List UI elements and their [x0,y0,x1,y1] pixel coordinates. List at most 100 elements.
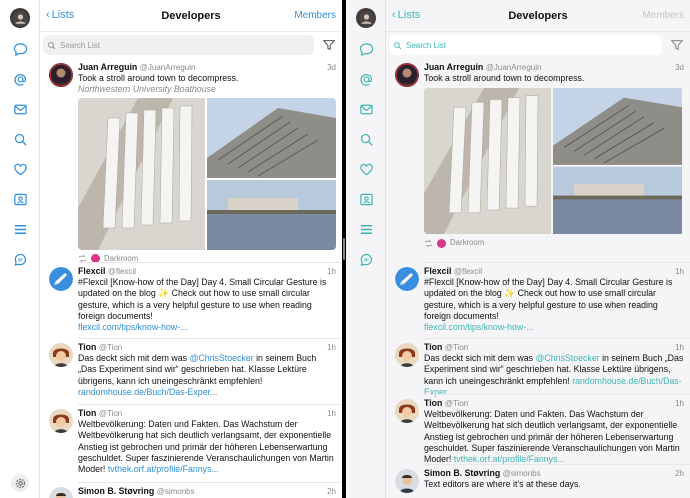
author-name: Tion [424,342,443,352]
filter-icon[interactable] [322,38,336,52]
search-row: Search List [40,32,342,58]
timestamp: 3d [675,63,684,72]
darkroom-app-icon [437,238,446,248]
timestamp: 2h [675,469,684,478]
tweet-item[interactable]: Flexcil @flexcil 1h #Flexcil [Know-how of… [386,262,690,338]
gear-icon[interactable] [11,474,29,492]
tweet-text: Das deckt sich mit dem was @ChrisStoecke… [424,353,684,397]
avatar[interactable] [49,63,73,87]
author-handle: @Tion [98,409,123,418]
chat-bubble-icon[interactable] [11,250,29,268]
avatar[interactable] [395,63,419,87]
at-icon[interactable] [11,70,29,88]
timeline-column: ‹ Lists Developers Members Search List Ju… [40,0,342,498]
location[interactable]: Northwestern University Boathouse [78,84,336,95]
author-handle: @JuanArreguin [485,63,542,72]
photo-building[interactable] [424,88,682,235]
tweet-text: #Flexcil [Know-how of the Day] Day 4. Sm… [78,277,327,321]
search-row: Search List [386,32,690,58]
search-icon [48,41,56,49]
retweet-icon[interactable] [424,239,433,248]
search-icon[interactable] [357,130,375,148]
author-name: Juan Arreguin [424,62,484,72]
tweet-text: Weltbevölkerung: Daten und Fakten. Das W… [424,409,680,465]
left-pane: ‹ Lists Developers Members Search List Ju… [0,0,342,498]
search-input[interactable]: Search List [389,35,662,55]
author-name: Tion [78,342,97,352]
timestamp: 1h [327,267,336,276]
tweet-link[interactable]: tvthek.orf.at/profile/Fannys... [454,454,565,464]
author-handle: @flexcil [107,267,136,276]
mail-icon[interactable] [11,100,29,118]
right-pane: ‹ Lists Developers Members Search List Ju… [346,0,690,498]
photo-grid[interactable] [424,88,684,235]
speech-bubble-icon[interactable] [357,40,375,58]
list-icon[interactable] [357,220,375,238]
timestamp: 3d [327,63,336,72]
search-icon [394,41,402,49]
author-name: Tion [78,408,97,418]
timestamp: 1h [675,343,684,352]
mention-link[interactable]: @ChrisStoecker [189,353,253,363]
avatar[interactable] [395,343,419,367]
members-button[interactable]: Members [294,10,336,21]
tweet-item[interactable]: Juan Arreguin @JuanArreguin 3d Took a str… [386,58,690,262]
photo-building[interactable] [78,97,336,250]
avatar[interactable] [395,399,419,423]
author-handle: @flexcil [453,267,482,276]
author-name: Flexcil [424,266,452,276]
avatar[interactable] [49,487,73,498]
tweet-link[interactable]: flexcil.com/tips/know-how-... [424,322,684,333]
contact-card-icon[interactable] [11,190,29,208]
tweet-link[interactable]: randomhouse.de/Buch/Das-Exper... [78,387,217,397]
tweet-link[interactable]: flexcil.com/tips/know-how-... [78,322,336,333]
author-handle: @Tion [444,343,469,352]
heart-icon[interactable] [357,160,375,178]
split-handle[interactable] [343,238,345,260]
avatar[interactable] [395,469,419,493]
split-view: ‹ Lists Developers Members Search List Ju… [0,0,690,498]
search-input[interactable]: Search List [43,35,314,55]
source-app: Darkroom [450,238,485,248]
avatar[interactable] [49,343,73,367]
members-button[interactable]: Members [642,10,684,21]
nav-header: ‹ Lists Developers Members [386,0,690,32]
account-avatar[interactable] [10,8,30,28]
tweet-item[interactable]: Flexcil @flexcil 1h #Flexcil [Know-how of… [40,262,342,338]
author-name: Simon B. Støvring [78,486,155,496]
filter-icon[interactable] [670,38,684,52]
nav-header: ‹ Lists Developers Members [40,0,342,32]
tweet-item[interactable]: Simon B. Støvring @simonbs 2h [40,482,342,498]
tweet-item[interactable]: Tion @Tion 1h Das deckt sich mit dem was … [40,338,342,404]
heart-icon[interactable] [11,160,29,178]
tweet-link[interactable]: tvthek.orf.at/profile/Fannys... [108,464,219,474]
author-handle: @JuanArreguin [139,63,196,72]
tweet-text: Text editors are where it’s at these day… [424,479,581,490]
avatar[interactable] [49,409,73,433]
timestamp: 1h [327,409,336,418]
tweet-item[interactable]: Simon B. Støvring @simonbs 2h Text editor… [386,464,690,498]
tweet-item[interactable]: Juan Arreguin @JuanArreguin 3d Took a str… [40,58,342,263]
account-avatar[interactable] [356,8,376,28]
mention-link[interactable]: @ChrisStoecker [535,353,599,363]
timestamp: 1h [675,399,684,408]
speech-bubble-icon[interactable] [11,40,29,58]
tweet-text: Took a stroll around town to decompress. [78,73,239,84]
tweet-item[interactable]: Tion @Tion 1h Weltbevölkerung: Daten und … [40,404,342,482]
tweet-item[interactable]: Tion @Tion 1h Weltbevölkerung: Daten und … [386,394,690,464]
at-icon[interactable] [357,70,375,88]
mail-icon[interactable] [357,100,375,118]
author-handle: @simonbs [502,469,541,478]
search-icon[interactable] [11,130,29,148]
timeline-column: ‹ Lists Developers Members Search List Ju… [386,0,690,498]
author-name: Simon B. Støvring [424,468,501,478]
contact-card-icon[interactable] [357,190,375,208]
chat-bubble-icon[interactable] [357,250,375,268]
tweet-item[interactable]: Tion @Tion 1h Das deckt sich mit dem was … [386,338,690,397]
photo-grid[interactable] [78,97,336,250]
author-name: Flexcil [78,266,106,276]
list-icon[interactable] [11,220,29,238]
timestamp: 2h [327,487,336,496]
avatar[interactable] [49,267,73,291]
avatar[interactable] [395,267,419,291]
